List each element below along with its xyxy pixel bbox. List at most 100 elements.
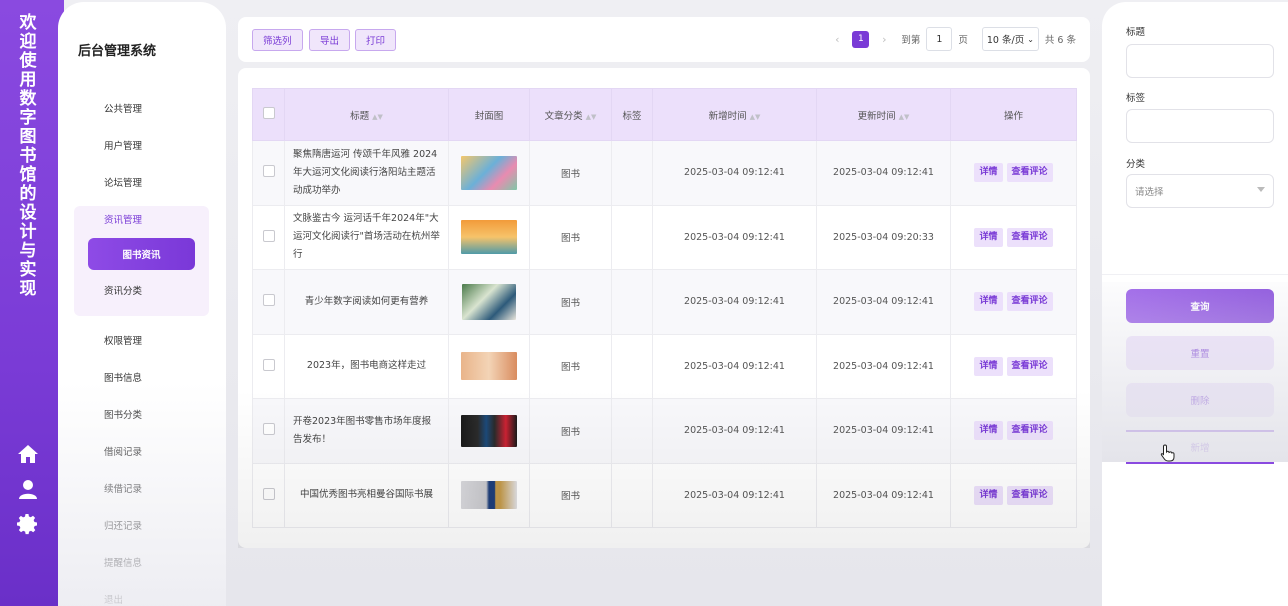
detail-button[interactable]: 详情 (974, 163, 1003, 183)
view-comments-button[interactable]: 查看评论 (1006, 421, 1053, 441)
row-updated: 2025-03-04 09:12:41 (816, 269, 951, 335)
tag-filter-label: 标签 (1126, 93, 1146, 104)
sort-icon[interactable]: ▲▼ (899, 113, 910, 121)
next-page-button[interactable]: › (875, 33, 893, 46)
sidebar-item-book-news[interactable]: 图书资讯 (88, 238, 195, 270)
row-created: 2025-03-04 09:12:41 (652, 140, 817, 206)
view-comments-button[interactable]: 查看评论 (1006, 485, 1053, 505)
row-updated: 2025-03-04 09:12:41 (816, 398, 951, 464)
table-row[interactable]: 青少年数字阅读如何更有营养 图书 2025-03-04 09:12:41 202… (252, 269, 1077, 335)
export-button[interactable]: 导出 (309, 29, 351, 51)
row-category: 图书 (529, 204, 612, 270)
sidebar-item-reminders[interactable]: 提醒信息 (104, 555, 142, 569)
detail-button[interactable]: 详情 (974, 356, 1003, 376)
row-title: 中国优秀图书亮相曼谷国际书展 (284, 462, 449, 528)
column-header-tag: 标签 (611, 88, 653, 141)
reset-button[interactable]: 重置 (1126, 336, 1274, 370)
tag-filter-input[interactable] (1126, 109, 1274, 143)
sidebar-item-public[interactable]: 公共管理 (104, 101, 142, 115)
gear-icon[interactable] (16, 512, 40, 536)
query-button[interactable]: 查询 (1126, 289, 1274, 323)
title-filter-input[interactable] (1126, 44, 1274, 78)
sort-icon[interactable]: ▲▼ (372, 113, 383, 121)
filter-columns-button[interactable]: 筛选列 (252, 29, 303, 51)
table-card: 标题 ▲▼ 封面图 文章分类 ▲▼ 标签 新增时间 ▲▼ 更新时间 ▲▼ 操作 聚焦隋唐… (238, 68, 1090, 548)
row-created: 2025-03-04 09:12:41 (652, 333, 817, 399)
system-welcome-title: 欢迎使用数字图书馆的设计与实现 (19, 13, 37, 299)
add-button[interactable]: 新增 (1126, 430, 1274, 464)
cover-image (461, 352, 517, 381)
page-size-select[interactable]: 10 条/页 ⌄ (981, 27, 1039, 51)
user-icon[interactable] (16, 477, 40, 501)
view-comments-button[interactable]: 查看评论 (1006, 356, 1053, 376)
goto-prefix: 到第 (901, 35, 921, 46)
prev-page-button[interactable]: ‹ (828, 33, 846, 46)
table-row[interactable]: 聚焦隋唐运河 传颂千年风雅 2024年大运河文化阅读行洛阳站主题活动成功举办 图… (252, 140, 1077, 206)
sidebar-item-book-info[interactable]: 图书信息 (104, 370, 142, 384)
toolbar: 筛选列 导出 打印 ‹ 1 › 到第 1 页 10 条/页 ⌄ 共 6 条 (238, 17, 1090, 62)
row-checkbox[interactable] (262, 487, 275, 500)
sidebar-item-logout[interactable]: 退出 (104, 592, 123, 606)
row-checkbox[interactable] (262, 229, 275, 242)
sort-icon[interactable]: ▲▼ (586, 113, 597, 121)
column-header-actions: 操作 (950, 88, 1077, 141)
row-title: 聚焦隋唐运河 传颂千年风雅 2024年大运河文化阅读行洛阳站主题活动成功举办 (284, 140, 449, 206)
category-placeholder: 请选择 (1135, 187, 1164, 198)
row-checkbox[interactable] (262, 358, 275, 371)
brand-title: 后台管理系统 (78, 44, 157, 59)
hand-cursor-icon (1160, 444, 1175, 462)
sidebar-item-book-category[interactable]: 图书分类 (104, 407, 142, 421)
sort-icon[interactable]: ▲▼ (750, 113, 761, 121)
category-filter-select[interactable]: 请选择 (1126, 174, 1274, 208)
category-filter-label: 分类 (1126, 159, 1146, 170)
detail-button[interactable]: 详情 (974, 227, 1003, 247)
table-header-row: 标题 ▲▼ 封面图 文章分类 ▲▼ 标签 新增时间 ▲▼ 更新时间 ▲▼ 操作 (252, 88, 1077, 141)
table-row[interactable]: 开卷2023年图书零售市场年度报告发布！ 图书 2025-03-04 09:12… (252, 398, 1077, 464)
sidebar-item-forum[interactable]: 论坛管理 (104, 175, 142, 189)
sidebar-item-news[interactable]: 资讯管理 (104, 212, 142, 226)
sidebar-item-permissions[interactable]: 权限管理 (104, 333, 142, 347)
pagination: ‹ 1 › 到第 1 页 10 条/页 ⌄ 共 6 条 (828, 27, 1076, 51)
view-comments-button[interactable]: 查看评论 (1006, 163, 1053, 183)
view-comments-button[interactable]: 查看评论 (1006, 227, 1053, 247)
sidebar-item-renew-records[interactable]: 续借记录 (104, 481, 142, 495)
row-category: 图书 (529, 398, 612, 464)
row-category: 图书 (529, 333, 612, 399)
sidebar-item-borrow-records[interactable]: 借阅记录 (104, 444, 142, 458)
sidebar-item-return-records[interactable]: 归还记录 (104, 518, 142, 532)
detail-button[interactable]: 详情 (974, 421, 1003, 441)
row-checkbox[interactable] (262, 294, 275, 307)
cover-image (461, 481, 517, 510)
row-title: 开卷2023年图书零售市场年度报告发布！ (284, 398, 449, 464)
cover-image (462, 283, 516, 320)
print-button[interactable]: 打印 (355, 29, 397, 51)
table-row[interactable]: 中国优秀图书亮相曼谷国际书展 图书 2025-03-04 09:12:41 20… (252, 462, 1077, 528)
row-category: 图书 (529, 462, 612, 528)
table-row[interactable]: 2023年，图书电商这样走过 图书 2025-03-04 09:12:41 20… (252, 333, 1077, 399)
sidebar: 后台管理系统 公共管理 用户管理 论坛管理 资讯管理 图书资讯 资讯分类 权限管… (58, 2, 226, 606)
row-checkbox[interactable] (262, 423, 275, 436)
sidebar-item-news-category[interactable]: 资讯分类 (104, 283, 142, 297)
divider (1102, 274, 1288, 275)
column-header-updated[interactable]: 更新时间 ▲▼ (816, 88, 951, 141)
row-checkbox[interactable] (262, 165, 275, 178)
search-panel: 标题 标签 分类 请选择 查询 重置 删除 新增 (1102, 2, 1288, 606)
detail-button[interactable]: 详情 (974, 292, 1003, 312)
view-comments-button[interactable]: 查看评论 (1006, 292, 1053, 312)
total-count: 共 6 条 (1044, 35, 1076, 46)
select-all-checkbox[interactable] (262, 107, 275, 119)
page-size-value: 10 条/页 (986, 35, 1025, 46)
column-header-category[interactable]: 文章分类 ▲▼ (529, 88, 612, 141)
detail-button[interactable]: 详情 (974, 485, 1003, 505)
table-row[interactable]: 文脉鉴古今 运河话千年2024年"大运河文化阅读行"首场活动在杭州举行 图书 2… (252, 204, 1077, 270)
sidebar-item-users[interactable]: 用户管理 (104, 138, 142, 152)
row-category: 图书 (529, 269, 612, 335)
column-header-created[interactable]: 新增时间 ▲▼ (652, 88, 817, 141)
goto-page-input[interactable]: 1 (926, 27, 953, 51)
row-created: 2025-03-04 09:12:41 (652, 462, 817, 528)
column-header-title[interactable]: 标题 ▲▼ (284, 88, 449, 141)
delete-button[interactable]: 删除 (1126, 383, 1274, 417)
home-icon[interactable] (16, 442, 40, 466)
current-page[interactable]: 1 (852, 30, 870, 48)
row-created: 2025-03-04 09:12:41 (652, 204, 817, 270)
